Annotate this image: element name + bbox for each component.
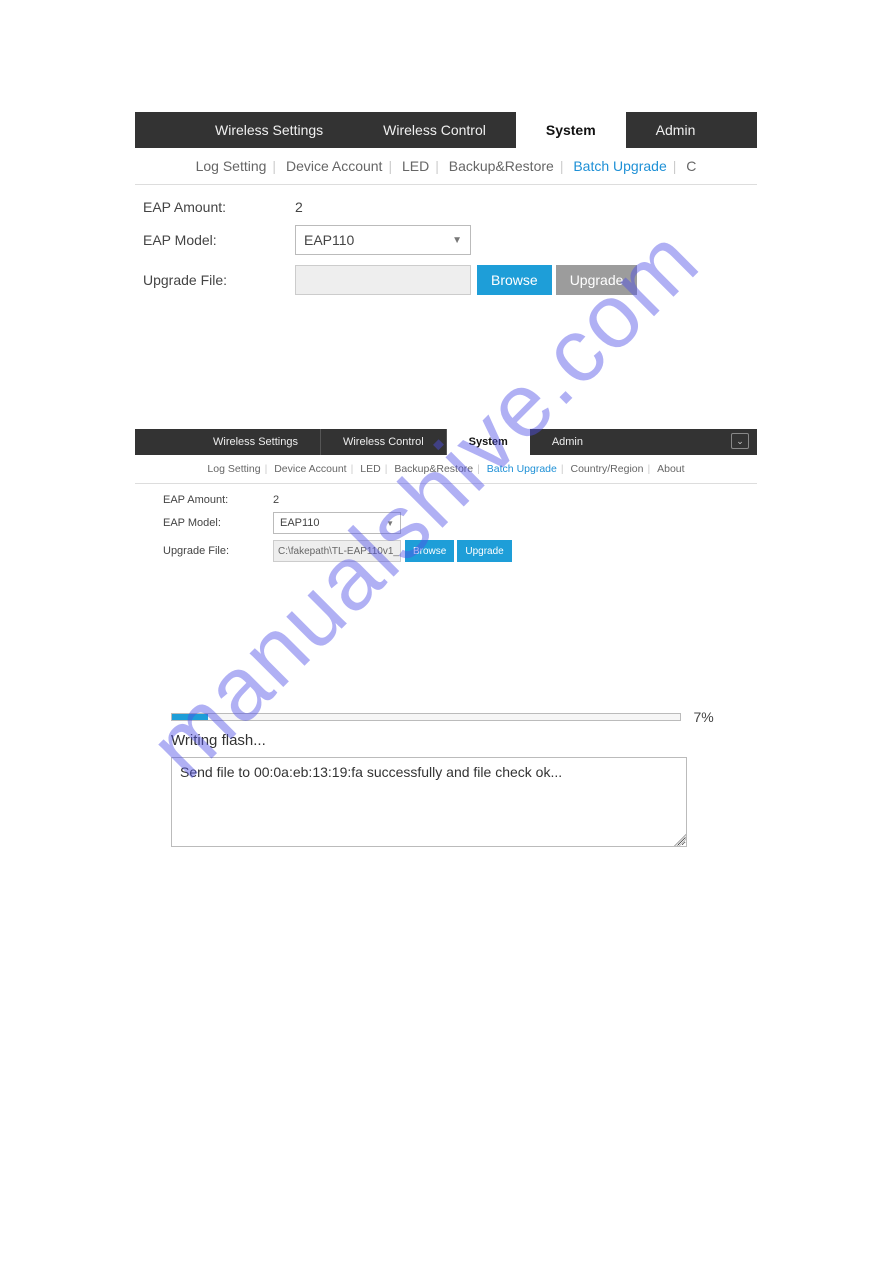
batch-upgrade-form-2: EAP Amount: 2 EAP Model: EAP110 ▼ Upgrad… — [135, 484, 757, 578]
caret-down-icon: ▼ — [386, 519, 394, 528]
upgrade-progress-panel: 7% Writing flash... Send file to 00:0a:e… — [135, 708, 757, 847]
subtab-country-region[interactable]: Country/Region — [567, 463, 648, 475]
separator: | — [435, 158, 439, 174]
separator: | — [673, 158, 677, 174]
eap-amount-value-2: 2 — [273, 494, 279, 506]
tab-admin-2[interactable]: Admin — [530, 429, 605, 455]
progress-status-text: Writing flash... — [171, 732, 721, 749]
subtab-batch-upgrade[interactable]: Batch Upgrade — [567, 158, 672, 174]
upgrade-file-input-2[interactable]: C:\fakepath\TL-EAP110v1_ — [273, 540, 401, 562]
subtab-led[interactable]: LED — [396, 158, 435, 174]
separator: | — [647, 463, 650, 475]
screenshot2: Wireless Settings Wireless Control Syste… — [135, 429, 757, 847]
tab-wireless-settings[interactable]: Wireless Settings — [135, 112, 353, 148]
separator: | — [385, 463, 388, 475]
eap-amount-label-2: EAP Amount: — [163, 494, 273, 506]
eap-model-dropdown[interactable]: EAP110 ▼ — [295, 225, 471, 255]
eap-model-selected-2: EAP110 — [280, 517, 320, 529]
separator: | — [265, 463, 268, 475]
separator: | — [477, 463, 480, 475]
browse-button[interactable]: Browse — [477, 265, 552, 295]
progress-bar — [171, 713, 681, 721]
progress-percent: 7% — [693, 709, 713, 725]
eap-model-selected: EAP110 — [304, 232, 354, 248]
separator: | — [560, 158, 564, 174]
separator: | — [561, 463, 564, 475]
upgrade-button-2[interactable]: Upgrade — [457, 540, 511, 562]
main-nav-2: Wireless Settings Wireless Control Syste… — [135, 429, 757, 455]
tab-system-2[interactable]: System — [447, 429, 530, 455]
tab-system[interactable]: System — [516, 112, 626, 148]
eap-amount-value: 2 — [295, 199, 303, 215]
eap-model-label-2: EAP Model: — [163, 517, 273, 529]
upgrade-button[interactable]: Upgrade — [556, 265, 638, 295]
subtab-log-setting-2[interactable]: Log Setting — [203, 463, 264, 475]
separator: | — [272, 158, 276, 174]
eap-model-dropdown-2[interactable]: EAP110 ▼ — [273, 512, 401, 534]
subtab-log-setting[interactable]: Log Setting — [190, 158, 273, 174]
subtab-device-account-2[interactable]: Device Account — [270, 463, 350, 475]
separator: | — [351, 463, 354, 475]
tab-wireless-control-2[interactable]: Wireless Control — [321, 429, 447, 455]
subtab-batch-upgrade-2[interactable]: Batch Upgrade — [483, 463, 561, 475]
subtab-backup-restore[interactable]: Backup&Restore — [443, 158, 560, 174]
browse-button-2[interactable]: Browse — [405, 540, 454, 562]
chevron-down-icon: ⌄ — [736, 436, 744, 447]
eap-amount-label: EAP Amount: — [143, 199, 295, 215]
progress-log-box[interactable]: Send file to 00:0a:eb:13:19:fa successfu… — [171, 757, 687, 847]
tab-wireless-settings-2[interactable]: Wireless Settings — [135, 429, 321, 455]
eap-model-label: EAP Model: — [143, 232, 295, 248]
tab-wireless-control[interactable]: Wireless Control — [353, 112, 516, 148]
upgrade-file-label: Upgrade File: — [143, 272, 295, 288]
main-nav-1: Wireless Settings Wireless Control Syste… — [135, 112, 757, 148]
subtab-truncated[interactable]: C — [680, 158, 702, 174]
separator: | — [388, 158, 392, 174]
subtab-led-2[interactable]: LED — [356, 463, 384, 475]
subtab-about[interactable]: About — [653, 463, 688, 475]
sub-nav-1: Log Setting| Device Account| LED| Backup… — [135, 148, 757, 185]
caret-down-icon: ▼ — [452, 235, 462, 246]
tab-admin[interactable]: Admin — [626, 112, 726, 148]
progress-bar-fill — [172, 714, 208, 720]
subtab-backup-restore-2[interactable]: Backup&Restore — [390, 463, 477, 475]
sub-nav-2: Log Setting| Device Account| LED| Backup… — [135, 455, 757, 484]
upgrade-file-input[interactable] — [295, 265, 471, 295]
batch-upgrade-form-1: EAP Amount: 2 EAP Model: EAP110 ▼ Upgrad… — [135, 185, 757, 319]
screenshot1: Wireless Settings Wireless Control Syste… — [135, 112, 757, 319]
subtab-device-account[interactable]: Device Account — [280, 158, 389, 174]
upgrade-file-label-2: Upgrade File: — [163, 545, 273, 557]
expand-button[interactable]: ⌄ — [731, 433, 749, 449]
